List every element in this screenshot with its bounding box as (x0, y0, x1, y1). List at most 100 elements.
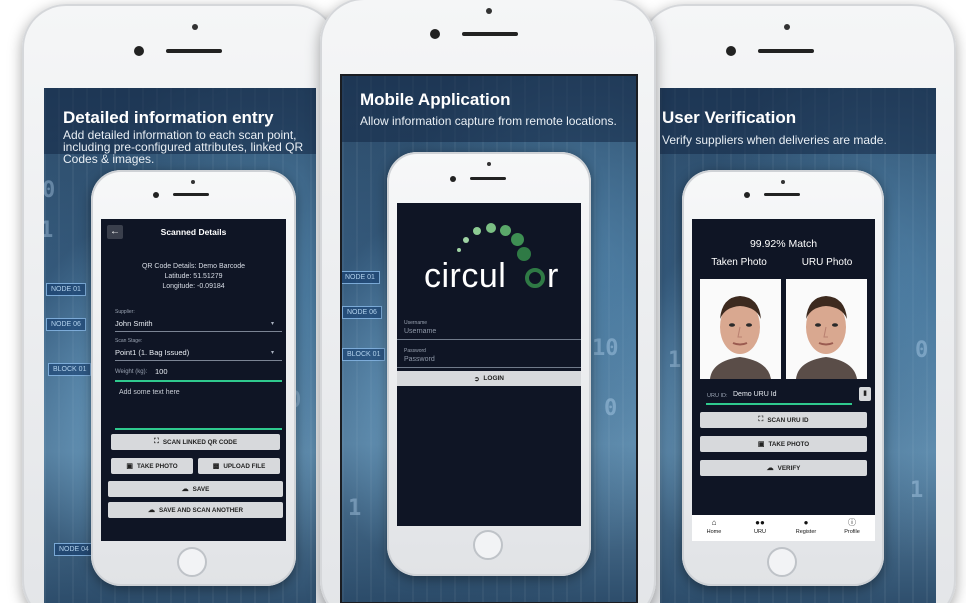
bg-node-tag: BLOCK 01 (342, 348, 386, 361)
delete-icon[interactable]: ▮ (859, 387, 871, 401)
save-and-scan-button[interactable]: ☁ Save and scan another (108, 502, 283, 518)
speaker-grille (470, 177, 506, 180)
match-percentage: 99.92% Match (749, 238, 818, 250)
screen-title: Scanned Details (160, 227, 227, 237)
qr-code-details: QR Code Details: Demo Barcode (141, 263, 246, 270)
speaker-grille (166, 49, 222, 53)
inner-phone-right: 99.92% Match Taken Photo URU Photo URU I… (682, 170, 884, 586)
verification-screen: 99.92% Match Taken Photo URU Photo URU I… (692, 219, 875, 541)
chevron-down-icon: ▾ (271, 321, 275, 327)
nav-register[interactable]: ● Register (784, 518, 828, 536)
bg-node-tag: BLOCK 01 (48, 363, 92, 376)
inner-phone-left: ← Scanned Details QR Code Details: Demo … (91, 170, 296, 586)
longitude-text: Longitude: -0.09184 (162, 283, 225, 290)
login-screen: circul r Username Username Password Pass… (397, 203, 581, 526)
username-label: Username (404, 320, 428, 326)
nav-uru[interactable]: ●● URU (738, 518, 782, 536)
uru-photo-image (786, 279, 867, 379)
scan-icon: ⛶ (153, 438, 159, 445)
take-photo-button[interactable]: ▣ Take photo (111, 458, 193, 474)
scan-icon: ⛶ (758, 416, 764, 423)
username-input[interactable]: Username (404, 328, 436, 335)
upload-file-button[interactable]: ▩ Upload file (198, 458, 280, 474)
front-camera (192, 24, 198, 30)
speaker-grille (173, 193, 209, 196)
save-button[interactable]: ☁ Save (108, 481, 283, 497)
logo-o-ring (525, 268, 545, 288)
weight-input[interactable]: 100 (155, 367, 168, 376)
sensor-dot (153, 192, 159, 198)
scan-linked-qr-button[interactable]: ⛶ Scan linked QR code (111, 434, 280, 450)
bg-node-tag: NODE 04 (54, 543, 94, 556)
take-photo-button[interactable]: ▣ Take photo (700, 436, 867, 452)
front-camera (781, 180, 785, 184)
bg-node-tag: NODE 01 (342, 271, 380, 284)
verify-button[interactable]: ☁ Verify (700, 460, 867, 476)
banner-subtitle: Verify suppliers when deliveries are mad… (662, 133, 887, 147)
banner-subtitle: Allow information capture from remote lo… (360, 114, 617, 128)
group-icon: ●● (755, 518, 765, 527)
supplier-label: Supplier: (115, 309, 135, 315)
home-button[interactable] (473, 530, 503, 560)
uru-id-label: URU ID: (707, 393, 728, 399)
banner-subtitle-line: Codes & images. (63, 152, 155, 166)
banner-title: Detailed information entry (63, 108, 274, 127)
sensor-dot (744, 192, 750, 198)
app-header: ← Scanned Details (101, 219, 286, 245)
speaker-grille (462, 32, 518, 36)
inner-phone-center: circul r Username Username Password Pass… (387, 152, 591, 576)
weight-underline (115, 380, 282, 382)
nav-profile[interactable]: ⓘ Profile (830, 518, 874, 536)
chevron-down-icon: ▾ (271, 350, 275, 356)
uru-photo-label: URU Photo (801, 257, 853, 268)
password-label: Password (404, 348, 426, 354)
front-camera (486, 8, 492, 14)
logo-text: circul (424, 257, 507, 295)
taken-photo-image (700, 279, 781, 379)
home-button[interactable] (767, 547, 797, 577)
divider (115, 331, 282, 332)
camera-icon: ▣ (757, 441, 765, 448)
logo-text: r (547, 257, 559, 295)
scanned-details-screen: ← Scanned Details QR Code Details: Demo … (101, 219, 286, 541)
bg-node-tag: NODE 06 (46, 318, 86, 331)
banner-title: Mobile Application (360, 90, 511, 109)
home-icon: ⌂ (711, 518, 717, 527)
banner-title: User Verification (662, 108, 797, 127)
latitude-text: Latitude: 51.51279 (164, 273, 223, 280)
password-input[interactable]: Password (404, 356, 435, 363)
uru-id-input[interactable]: Demo URU Id (733, 391, 777, 398)
divider (115, 360, 282, 361)
divider (397, 339, 581, 340)
home-button[interactable] (177, 547, 207, 577)
taken-photo-label: Taken Photo (711, 257, 767, 268)
bg-node-tag: NODE 06 (342, 306, 382, 319)
uru-id-underline (706, 403, 852, 405)
nav-home[interactable]: ⌂ Home (692, 518, 736, 536)
scan-stage-label: Scan Stage: (115, 338, 143, 344)
notes-underline (115, 428, 282, 430)
cloud-upload-icon: ☁ (181, 486, 189, 493)
front-camera (191, 180, 195, 184)
scan-stage-select[interactable]: Point1 (1. Bag Issued) (115, 348, 189, 357)
login-icon: ➲ (473, 375, 480, 383)
front-camera (784, 24, 790, 30)
upload-icon: ▩ (212, 463, 220, 470)
scan-uru-id-button[interactable]: ⛶ Scan URU ID (700, 412, 867, 428)
cloud-upload-icon: ☁ (147, 507, 155, 514)
camera-icon: ▣ (126, 463, 133, 470)
sensor-dot (450, 176, 456, 182)
speaker-grille (764, 193, 800, 196)
speaker-grille (758, 49, 814, 53)
sensor-dot (134, 46, 144, 56)
sensor-dot (726, 46, 736, 56)
notes-textarea[interactable]: Add some text here (119, 389, 180, 396)
info-icon: ⓘ (848, 518, 856, 527)
weight-label: Weight (kg): (115, 369, 148, 375)
supplier-select[interactable]: John Smith (115, 319, 153, 328)
front-camera (487, 162, 491, 166)
login-button[interactable]: ➲ LOGIN (397, 371, 581, 386)
sensor-dot (430, 29, 440, 39)
person-icon: ● (803, 518, 809, 527)
bottom-navigation: ⌂ Home ●● URU ● Register ⓘ Profile (692, 515, 875, 541)
